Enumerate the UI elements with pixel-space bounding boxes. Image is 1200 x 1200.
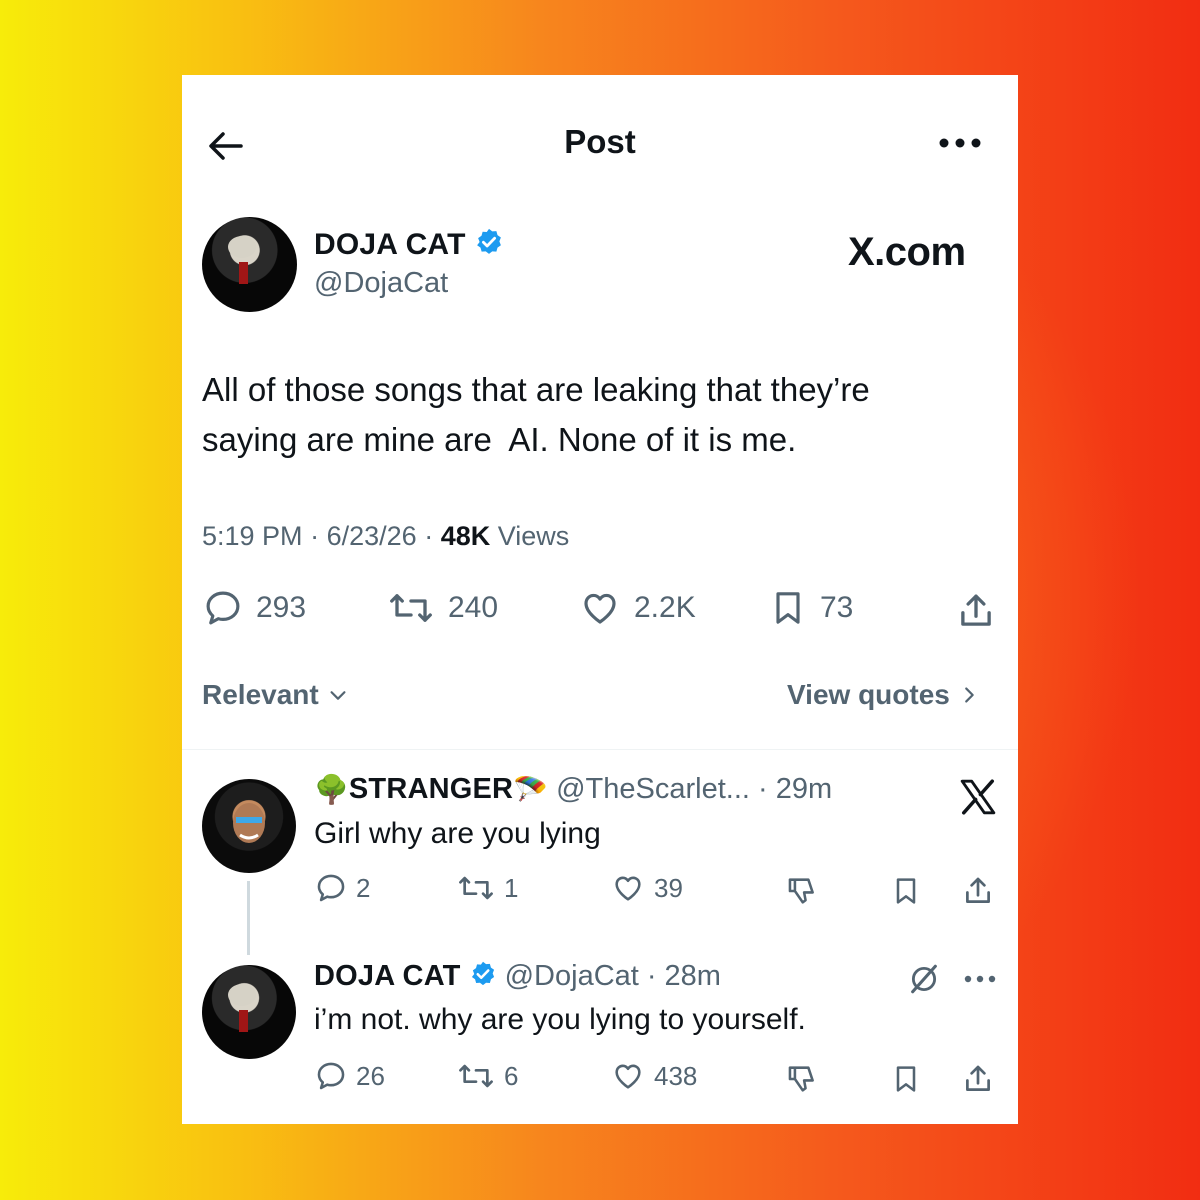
post-text-line-2: saying are mine are AI. None of it is me… [202, 421, 797, 458]
reply-2-reply-button[interactable]: 26 [314, 1059, 385, 1093]
author-handle[interactable]: @DojaCat [314, 267, 448, 300]
author-name[interactable]: DOJA CAT [314, 228, 466, 262]
repost-icon [459, 876, 493, 900]
post-metadata: 5:19 PM · 6/23/26 · 48K Views [202, 521, 570, 551]
grok-icon[interactable] [904, 959, 944, 999]
author-name-row: DOJA CAT [314, 227, 504, 262]
bookmark-icon [776, 592, 800, 624]
reply-1-reply-button[interactable]: 2 [314, 871, 370, 905]
views-count: 48K [440, 521, 491, 551]
reply-1-repost-button[interactable]: 1 [456, 871, 518, 905]
reply-2-reply-count: 26 [356, 1060, 385, 1091]
post-time: 5:19 PM [202, 521, 303, 551]
reply-icon [317, 1062, 345, 1090]
view-quotes-link[interactable]: View quotes [787, 679, 980, 711]
share-icon[interactable] [958, 871, 998, 911]
like-count: 2.2K [634, 591, 696, 624]
repost-icon [390, 594, 432, 622]
page-title: Post [564, 123, 636, 160]
post-text-line-1: All of those songs that are leaking that… [202, 371, 870, 408]
reply-2-text: i’m not. why are you lying to yourself. [314, 1003, 806, 1036]
like-button[interactable]: 2.2K [578, 587, 696, 629]
reply-2-repost-count: 6 [504, 1060, 519, 1091]
reply-1-repost-count: 1 [504, 872, 519, 903]
verified-badge-icon [469, 960, 497, 993]
parachute-emoji-icon: 🪂 [513, 774, 549, 805]
reply-1-header: 🌳 STRANGER 🪂 @TheScarlet... · 29m [314, 773, 833, 806]
more-options-icon[interactable] [960, 961, 1000, 997]
reply-1-author-name[interactable]: STRANGER [349, 773, 513, 806]
reply-icon [317, 874, 345, 902]
view-quotes-label: View quotes [787, 679, 950, 710]
post-card: Post DOJA CAT @DojaCat X.com All of thos… [182, 75, 1018, 1124]
bookmark-icon[interactable] [886, 871, 926, 911]
sort-label: Relevant [202, 679, 319, 710]
thread-line [247, 881, 250, 955]
divider [182, 749, 1018, 750]
heart-icon [584, 593, 616, 624]
x-com-watermark: X.com [848, 230, 966, 274]
repost-count: 240 [448, 591, 499, 624]
bookmark-icon[interactable] [886, 1059, 926, 1099]
sort-dropdown[interactable]: Relevant [202, 679, 349, 711]
bookmark-button[interactable]: 73 [768, 587, 853, 629]
verified-badge-icon [474, 227, 504, 262]
reply-2-time: 28m [664, 960, 721, 992]
reply-2-handle[interactable]: @DojaCat [505, 960, 639, 993]
repost-button[interactable]: 240 [386, 587, 498, 629]
chevron-down-icon [330, 691, 346, 700]
reply-2-like-button[interactable]: 438 [610, 1059, 697, 1093]
reply-1-avatar[interactable] [202, 779, 296, 873]
share-icon[interactable] [952, 587, 1000, 635]
views-label: Views [497, 521, 570, 551]
reply-button[interactable]: 293 [202, 587, 306, 629]
reply-2-repost-button[interactable]: 6 [456, 1059, 518, 1093]
reply-1-time: 29m [775, 773, 833, 805]
reply-1-reply-count: 2 [356, 872, 371, 903]
heart-icon [615, 876, 641, 901]
reply-2-avatar[interactable] [202, 965, 296, 1059]
reply-count: 293 [256, 591, 307, 624]
reply-2-header: DOJA CAT @DojaCat · 28m [314, 960, 721, 993]
post-text: All of those songs that are leaking that… [202, 365, 1002, 465]
x-logo-icon [956, 775, 1000, 819]
reply-2-like-count: 438 [654, 1060, 698, 1091]
reply-icon [206, 591, 240, 625]
reply-1-handle[interactable]: @TheScarlet... [556, 773, 750, 806]
dislike-icon[interactable] [782, 871, 822, 911]
repost-icon [459, 1064, 493, 1088]
reply-1-like-count: 39 [654, 872, 683, 903]
bookmark-count: 73 [820, 591, 854, 624]
share-icon[interactable] [958, 1059, 998, 1099]
reply-1-text: Girl why are you lying [314, 817, 601, 850]
tree-emoji-icon: 🌳 [314, 774, 349, 805]
reply-2-author-name[interactable]: DOJA CAT [314, 960, 461, 993]
avatar[interactable] [202, 217, 297, 312]
post-date: 6/23/26 [326, 521, 417, 551]
heart-icon [615, 1064, 641, 1089]
reply-1-like-button[interactable]: 39 [610, 871, 683, 905]
more-options-icon[interactable] [932, 125, 988, 161]
dislike-icon[interactable] [782, 1059, 822, 1099]
chevron-right-icon [965, 687, 974, 703]
